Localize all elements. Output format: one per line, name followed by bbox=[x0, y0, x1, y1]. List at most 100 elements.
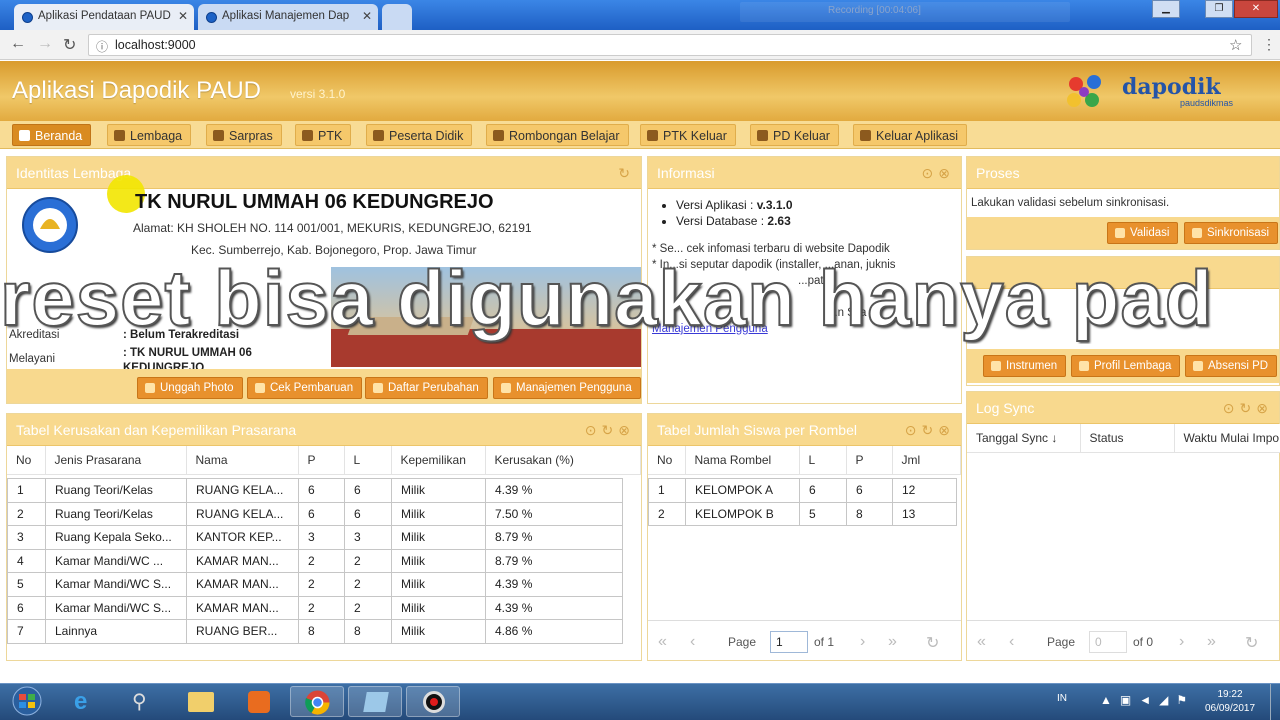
first-page-icon[interactable]: « bbox=[977, 633, 986, 651]
sinkronisasi-button[interactable]: Sinkronisasi bbox=[1184, 222, 1278, 244]
menu-sarpras[interactable]: Sarpras bbox=[206, 124, 282, 146]
system-tray-icons[interactable]: ▲▣◄◢⚑ bbox=[1100, 693, 1195, 707]
panel-tool-icons[interactable]: ⊙↻⊗ bbox=[585, 422, 635, 439]
column-header[interactable]: Nama bbox=[186, 446, 299, 475]
column-header[interactable]: No bbox=[7, 446, 46, 475]
taskbar-recorder[interactable] bbox=[406, 686, 460, 717]
of-pages-label: of 0 bbox=[1133, 635, 1154, 649]
table-row[interactable]: 1 KELOMPOK A 6 6 12 bbox=[648, 478, 957, 503]
column-header[interactable]: Kepemilikan bbox=[391, 446, 486, 475]
first-page-icon[interactable]: « bbox=[658, 633, 667, 651]
tab-close-icon[interactable]: ✕ bbox=[362, 9, 372, 23]
start-button[interactable] bbox=[4, 686, 50, 717]
new-tab-button[interactable] bbox=[382, 4, 412, 30]
column-header[interactable]: P bbox=[298, 446, 345, 475]
panel-title: Informasi bbox=[657, 165, 715, 181]
column-header[interactable]: L bbox=[799, 446, 847, 475]
table-cell: Milik bbox=[391, 572, 486, 597]
taskbar-chrome[interactable] bbox=[290, 686, 344, 717]
table-header-row: Tanggal Sync ↓ Status Waktu Mulai Impo bbox=[967, 424, 1280, 453]
panel-title: Proses bbox=[976, 165, 1020, 181]
taskbar-ie[interactable]: e bbox=[60, 686, 114, 717]
instrumen-button[interactable]: Instrumen bbox=[983, 355, 1067, 377]
taskbar-explorer[interactable] bbox=[174, 686, 228, 717]
validasi-button[interactable]: Validasi bbox=[1107, 222, 1179, 244]
table-row[interactable]: 6 Kamar Mandi/WC S... KAMAR MAN... 2 2 Milik 4… bbox=[7, 595, 623, 620]
minimize-button[interactable]: ▁ bbox=[1152, 0, 1180, 18]
taskbar-app-2[interactable]: ⚲ bbox=[116, 686, 170, 717]
table-cell: 13 bbox=[892, 501, 957, 526]
next-page-icon[interactable]: › bbox=[1179, 633, 1184, 651]
panel-tool-icons[interactable]: ⊙↻⊗ bbox=[905, 422, 955, 439]
table-row[interactable]: 2 Ruang Teori/Kelas RUANG KELA... 6 6 Milik 7.… bbox=[7, 501, 623, 526]
next-page-icon[interactable]: › bbox=[860, 633, 865, 651]
page-input[interactable]: 0 bbox=[1089, 631, 1127, 653]
prev-page-icon[interactable]: ‹ bbox=[690, 633, 695, 651]
refresh-icon[interactable]: ↻ bbox=[1245, 633, 1258, 653]
logo-text: dapodik bbox=[1122, 74, 1221, 100]
refresh-icon[interactable]: ↻ bbox=[926, 633, 939, 653]
table-row[interactable]: 7 Lainnya RUANG BER... 8 8 Milik 4.86 % bbox=[7, 619, 623, 644]
reload-icon[interactable]: ↻ bbox=[63, 35, 76, 55]
user-icon bbox=[501, 383, 511, 393]
table-row[interactable]: 2 KELOMPOK B 5 8 13 bbox=[648, 501, 957, 526]
show-desktop-button[interactable] bbox=[1270, 684, 1280, 720]
absensi-pd-button[interactable]: Absensi PD bbox=[1185, 355, 1278, 377]
column-header[interactable]: L bbox=[344, 446, 392, 475]
page-input[interactable]: 1 bbox=[770, 631, 808, 653]
last-page-icon[interactable]: » bbox=[1207, 633, 1216, 651]
menu-ptk[interactable]: PTK bbox=[295, 124, 352, 146]
close-window-button[interactable]: ✕ bbox=[1234, 0, 1278, 18]
table-row[interactable]: 3 Ruang Kepala Seko... KANTOR KEP... 3 3 Mili… bbox=[7, 525, 623, 550]
prev-page-icon[interactable]: ‹ bbox=[1009, 633, 1014, 651]
table-row[interactable]: 4 Kamar Mandi/WC ... KAMAR MAN... 2 2 Milik 8.… bbox=[7, 548, 623, 573]
menu-rombongan-belajar[interactable]: Rombongan Belajar bbox=[486, 124, 629, 146]
browser-tab-pendataan[interactable]: Aplikasi Pendataan PAUD ✕ bbox=[14, 4, 194, 30]
panel-header: Tabel Jumlah Siswa per Rombel ⊙↻⊗ bbox=[648, 414, 961, 446]
collapse-close-icons[interactable]: ⊙⊗ bbox=[922, 165, 955, 182]
menu-beranda[interactable]: Beranda bbox=[12, 124, 92, 146]
language-indicator[interactable]: IN bbox=[1057, 693, 1067, 704]
column-header[interactable]: Status bbox=[1080, 424, 1175, 453]
last-page-icon[interactable]: » bbox=[888, 633, 897, 651]
cek-pembaruan-button[interactable]: Cek Pembaruan bbox=[247, 377, 363, 399]
profil-lembaga-button[interactable]: Profil Lembaga bbox=[1071, 355, 1181, 377]
bookmark-star-icon[interactable]: ☆ bbox=[1229, 36, 1242, 54]
refresh-icon[interactable]: ↻ bbox=[618, 165, 635, 182]
button-label: Manajemen Pengguna bbox=[516, 382, 632, 394]
column-header[interactable]: P bbox=[846, 446, 893, 475]
table-row[interactable]: 5 Kamar Mandi/WC S... KAMAR MAN... 2 2 Milik 4… bbox=[7, 572, 623, 597]
column-header[interactable]: Jenis Prasarana bbox=[45, 446, 187, 475]
forward-icon[interactable]: → bbox=[37, 35, 53, 53]
panel-header: Tabel Kerusakan dan Kepemilikan Prasaran… bbox=[7, 414, 641, 446]
of-pages-label: of 1 bbox=[814, 635, 835, 649]
menu-ptk-keluar[interactable]: PTK Keluar bbox=[640, 124, 736, 146]
taskbar-media[interactable] bbox=[232, 686, 286, 717]
column-header[interactable]: Nama Rombel bbox=[685, 446, 800, 475]
taskbar-app-notes[interactable] bbox=[348, 686, 402, 717]
column-header[interactable]: Jml bbox=[892, 446, 961, 475]
column-header[interactable]: Tanggal Sync ↓ bbox=[967, 424, 1081, 453]
back-icon[interactable]: ← bbox=[10, 35, 26, 53]
unggah-photo-button[interactable]: Unggah Photo bbox=[137, 377, 243, 399]
tab-close-icon[interactable]: ✕ bbox=[178, 9, 188, 23]
chrome-icon bbox=[305, 690, 330, 715]
menu-keluar-aplikasi[interactable]: Keluar Aplikasi bbox=[853, 124, 967, 146]
table-cell: 6 bbox=[298, 478, 345, 503]
table-row[interactable]: 1 Ruang Teori/Kelas RUANG KELA... 6 6 Milik 4.… bbox=[7, 478, 623, 503]
menu-peserta-didik[interactable]: Peserta Didik bbox=[366, 124, 473, 146]
maximize-button[interactable]: ❐ bbox=[1205, 0, 1233, 18]
column-header[interactable]: Waktu Mulai Impo bbox=[1174, 424, 1280, 453]
menu-kebab-icon[interactable]: ⋮ bbox=[1262, 36, 1276, 53]
table-cell: Ruang Teori/Kelas bbox=[45, 478, 187, 503]
daftar-perubahan-button[interactable]: Daftar Perubahan bbox=[365, 377, 488, 399]
clock[interactable]: 19:22 06/09/2017 bbox=[1200, 688, 1260, 716]
url-field[interactable]: ⓘ localhost:9000 ☆ bbox=[88, 34, 1252, 56]
browser-tab-manajemen[interactable]: Aplikasi Manajemen Dap ✕ bbox=[198, 4, 378, 30]
manajemen-pengguna-button[interactable]: Manajemen Pengguna bbox=[493, 377, 641, 399]
menu-lembaga[interactable]: Lembaga bbox=[107, 124, 192, 146]
panel-tool-icons[interactable]: ⊙↻⊗ bbox=[1223, 400, 1273, 417]
column-header[interactable]: No bbox=[648, 446, 686, 475]
menu-pd-keluar[interactable]: PD Keluar bbox=[750, 124, 839, 146]
column-header[interactable]: Kerusakan (%) bbox=[485, 446, 641, 475]
